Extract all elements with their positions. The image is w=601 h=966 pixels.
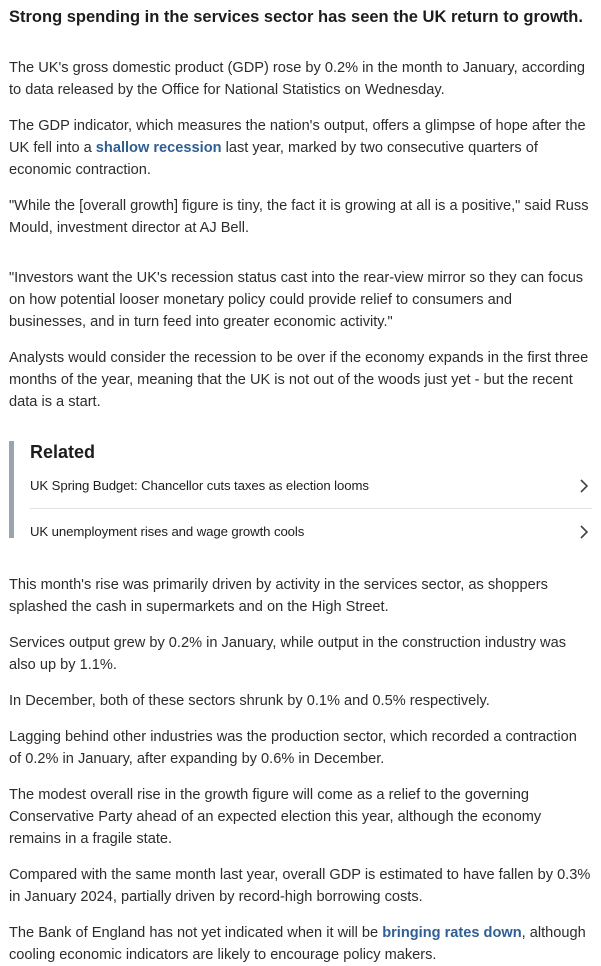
article-paragraph: Lagging behind other industries was the … [9,729,577,767]
article-headline: Strong spending in the services sector h… [9,8,583,26]
paragraph-text: The Bank of England has not yet indicate… [9,925,383,941]
article-paragraph: The modest overall rise in the growth fi… [9,787,542,847]
related-item-label: UK Spring Budget: Chancellor cuts taxes … [30,478,369,493]
article-paragraph: The Bank of England has not yet indicate… [9,922,592,966]
article-paragraph: Analysts would consider the recession to… [9,350,589,410]
article-paragraph: "While the [overall growth] figure is ti… [9,198,589,236]
article-paragraph: This month's rise was primarily driven b… [9,577,548,615]
article-paragraph: The GDP indicator, which measures the na… [9,115,592,181]
shallow-recession-link[interactable]: shallow recession [96,140,222,156]
article-paragraph: "Investors want the UK's recession statu… [9,270,584,330]
article-paragraph: Compared with the same month last year, … [9,867,591,905]
related-item-spring-budget[interactable]: UK Spring Budget: Chancellor cuts taxes … [30,463,592,509]
related-title: Related [30,442,96,462]
chevron-right-icon [580,478,589,493]
related-item-label: UK unemployment rises and wage growth co… [30,524,305,539]
related-item-unemployment[interactable]: UK unemployment rises and wage growth co… [30,509,592,554]
related-box: Related UK Spring Budget: Chancellor cut… [9,441,592,554]
article: Strong spending in the services sector h… [0,0,601,966]
bringing-rates-down-link[interactable]: bringing rates down [382,925,521,941]
article-paragraph: The UK's gross domestic product (GDP) ro… [9,60,585,98]
chevron-right-icon [580,524,589,539]
article-paragraph: In December, both of these sectors shrun… [9,693,490,709]
article-paragraph: Services output grew by 0.2% in January,… [9,635,567,673]
